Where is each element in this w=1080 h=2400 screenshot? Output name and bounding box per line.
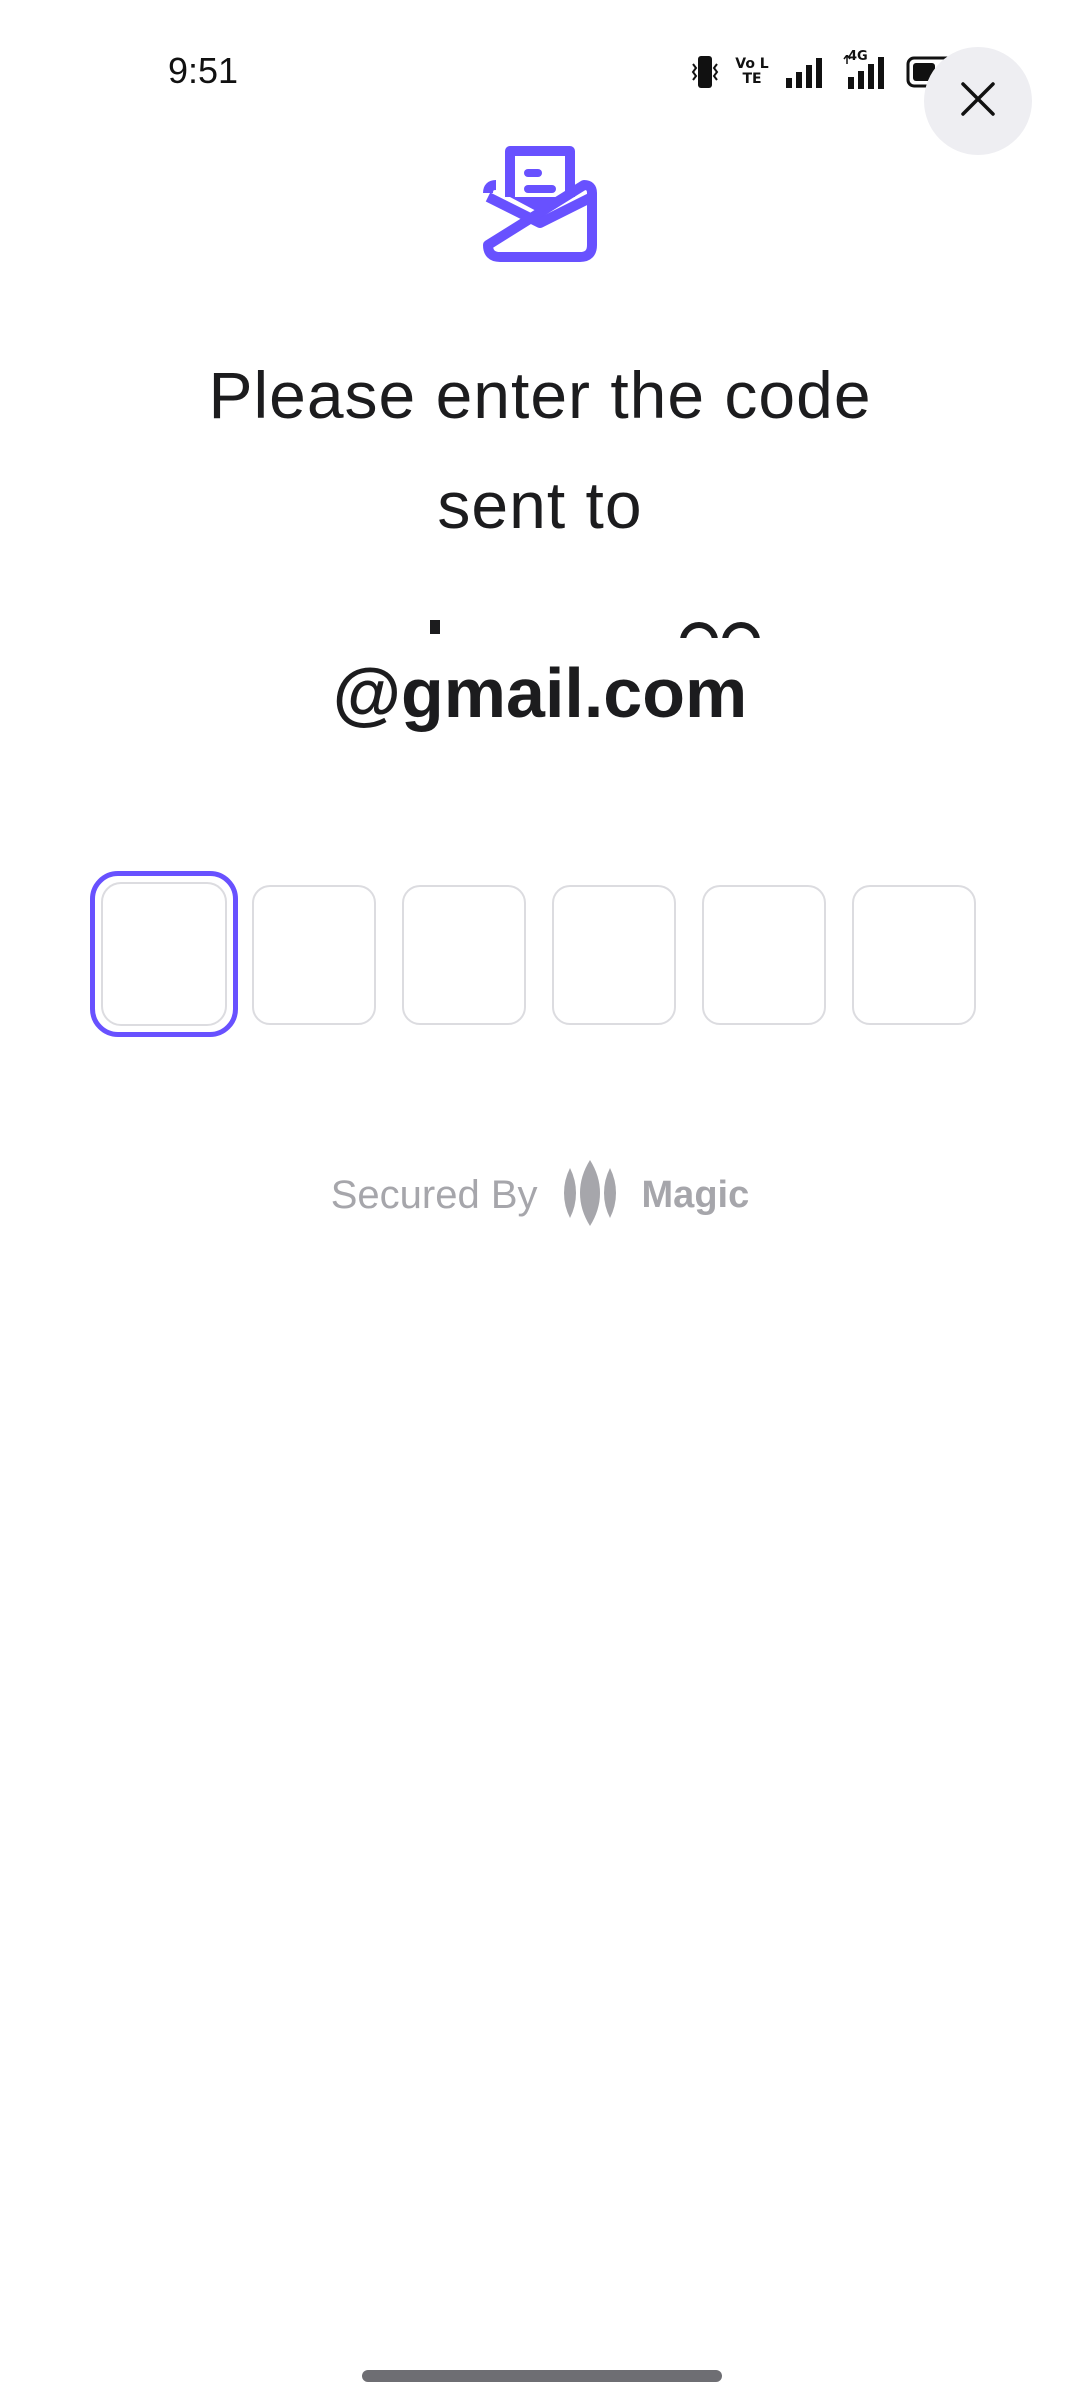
volte-label: Vo LTE: [735, 56, 769, 87]
network-label: 4G: [848, 49, 868, 64]
home-indicator[interactable]: [362, 2370, 722, 2382]
secured-by-footer: Secured By Magic: [0, 1158, 1080, 1233]
otp-digit-5[interactable]: [702, 885, 826, 1025]
4g-signal-icon: 4G: [842, 49, 892, 89]
otp-digit-3[interactable]: [402, 885, 526, 1025]
otp-digit-2[interactable]: [252, 885, 376, 1025]
secured-by-label: Secured By: [330, 1173, 538, 1217]
heading-line-1: Please enter the code: [208, 358, 872, 432]
signal-icon: [784, 56, 828, 88]
magic-brand-name: Magic: [641, 1174, 750, 1216]
close-icon: [958, 79, 998, 124]
volte-icon: Vo LTE: [734, 57, 770, 87]
heading: Please enter the code sent to @gmail.com: [0, 340, 1080, 748]
status-time: 9:51: [168, 50, 239, 91]
email-fragment: [430, 620, 440, 634]
vibrate-icon: [690, 54, 720, 90]
otp-digit-4[interactable]: [552, 885, 676, 1025]
email-fragment: [668, 622, 776, 638]
close-button[interactable]: [924, 47, 1032, 155]
otp-input: [90, 871, 990, 1037]
heading-line-2: sent to: [437, 468, 643, 542]
magic-logo-icon: [560, 1158, 620, 1233]
email-domain: @gmail.com: [332, 654, 748, 732]
status-bar: 9:51 Vo LTE 4G: [0, 0, 1080, 140]
otp-digit-1[interactable]: [90, 871, 238, 1037]
email-redacted: [0, 578, 1080, 638]
otp-digit-6[interactable]: [852, 885, 976, 1025]
mail-icon: [480, 145, 600, 265]
otp-digit-1-inner: [101, 882, 227, 1026]
